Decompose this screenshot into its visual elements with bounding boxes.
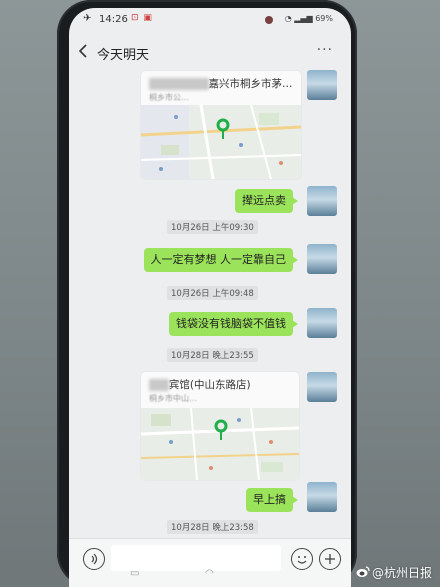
add-attachment-icon[interactable] <box>319 548 341 570</box>
chat-header: 今天明天 ··· <box>69 38 351 68</box>
phone-screen: ✈ 14:26 ⊡ ▣ ◔ ▂▄▆ 69% 今天明天 ··· ■■■■■■嘉兴市… <box>69 8 351 587</box>
watermark: @杭州日报 <box>356 564 432 581</box>
more-options-icon[interactable]: ··· <box>317 42 333 58</box>
wifi-icon: ◔ ▂▄▆ <box>284 14 316 23</box>
chat-title: 今天明天 <box>97 48 150 63</box>
user-avatar[interactable] <box>307 244 337 274</box>
message-timestamp: 10月28日 晚上23:58 <box>167 520 258 534</box>
blurred-text: ■■ <box>149 379 169 391</box>
voice-input-icon[interactable] <box>83 548 105 570</box>
status-time: 14:26 <box>99 14 128 25</box>
notification-icons: ⊡ ▣ <box>131 13 153 23</box>
location-name: 宾馆(中山东路店) <box>168 379 251 391</box>
nav-home-icon[interactable]: ◠ <box>205 568 214 579</box>
watermark-text: @杭州日报 <box>371 566 432 580</box>
map-preview <box>141 105 301 179</box>
nav-menu-icon[interactable]: ▭ <box>130 568 139 579</box>
location-card[interactable]: ■■宾馆(中山东路店) 桐乡市中山… <box>141 372 299 480</box>
user-avatar[interactable] <box>307 70 337 100</box>
user-avatar[interactable] <box>307 308 337 338</box>
message-timestamp: 10月26日 上午09:30 <box>167 220 258 234</box>
location-title: ■■宾馆(中山东路店) <box>149 377 251 392</box>
location-address: 桐乡市中山… <box>149 394 197 403</box>
location-title: ■■■■■■嘉兴市桐乡市茅… <box>149 76 293 91</box>
user-avatar[interactable] <box>307 186 337 216</box>
location-card[interactable]: ■■■■■■嘉兴市桐乡市茅… 桐乡市公… <box>141 71 301 179</box>
location-name: 嘉兴市桐乡市茅… <box>208 78 293 90</box>
message-bubble[interactable]: 撵远点卖 <box>235 189 298 213</box>
location-address: 桐乡市公… <box>149 93 189 102</box>
battery-indicator: ◔ ▂▄▆ 69% <box>285 14 333 23</box>
message-input-bar <box>69 538 351 587</box>
weibo-logo-icon <box>356 566 370 577</box>
status-bar: ✈ 14:26 ⊡ ▣ ◔ ▂▄▆ 69% <box>69 8 351 32</box>
message-timestamp: 10月28日 晚上23:55 <box>167 348 258 362</box>
user-avatar[interactable] <box>307 372 337 402</box>
message-bubble[interactable]: 钱袋没有钱脑袋不值钱 <box>169 312 298 336</box>
camera-dot-icon <box>265 16 273 24</box>
airplane-mode-icon: ✈ <box>83 13 92 24</box>
battery-percent: 69% <box>315 14 333 23</box>
back-arrow-icon[interactable] <box>75 42 93 60</box>
blurred-text: ■■■■■■ <box>149 78 209 90</box>
user-avatar[interactable] <box>307 482 337 512</box>
emoji-icon[interactable] <box>291 548 313 570</box>
map-preview <box>141 408 299 480</box>
message-bubble[interactable]: 人一定有梦想 人一定靠自己 <box>143 248 298 272</box>
message-bubble[interactable]: 早上搞 <box>246 488 298 512</box>
message-timestamp: 10月26日 上午09:48 <box>167 286 258 300</box>
